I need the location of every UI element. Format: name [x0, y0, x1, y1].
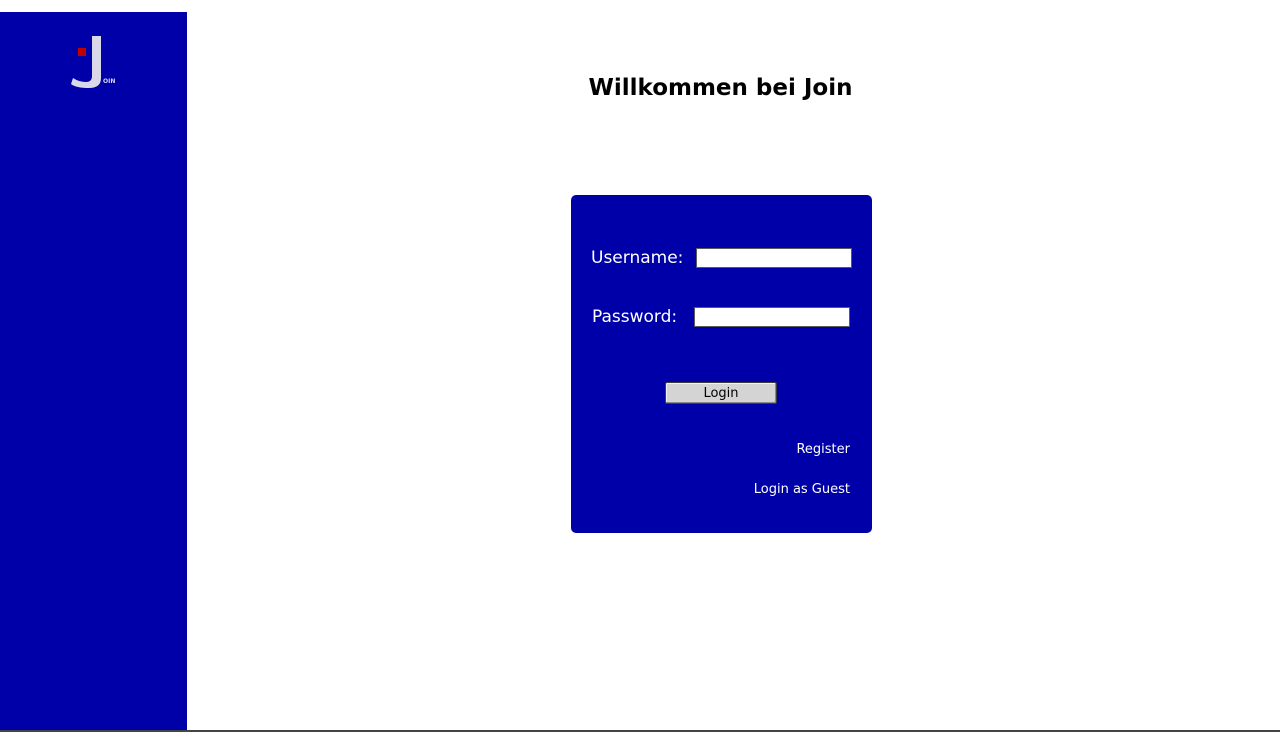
username-label: Username:	[591, 248, 684, 268]
username-input[interactable]	[696, 248, 852, 268]
sidebar: OIN	[0, 12, 187, 730]
page-title: Willkommen bei Join	[588, 75, 853, 101]
logo-text: OIN	[103, 78, 116, 85]
join-logo[interactable]: OIN	[68, 34, 120, 90]
login-panel: Username: Password: Login Register Login…	[571, 195, 872, 533]
password-input[interactable]	[694, 307, 850, 327]
guest-login-link[interactable]: Login as Guest	[754, 482, 850, 497]
login-button[interactable]: Login	[665, 382, 777, 404]
register-link[interactable]: Register	[796, 442, 850, 457]
password-label: Password:	[592, 307, 678, 327]
